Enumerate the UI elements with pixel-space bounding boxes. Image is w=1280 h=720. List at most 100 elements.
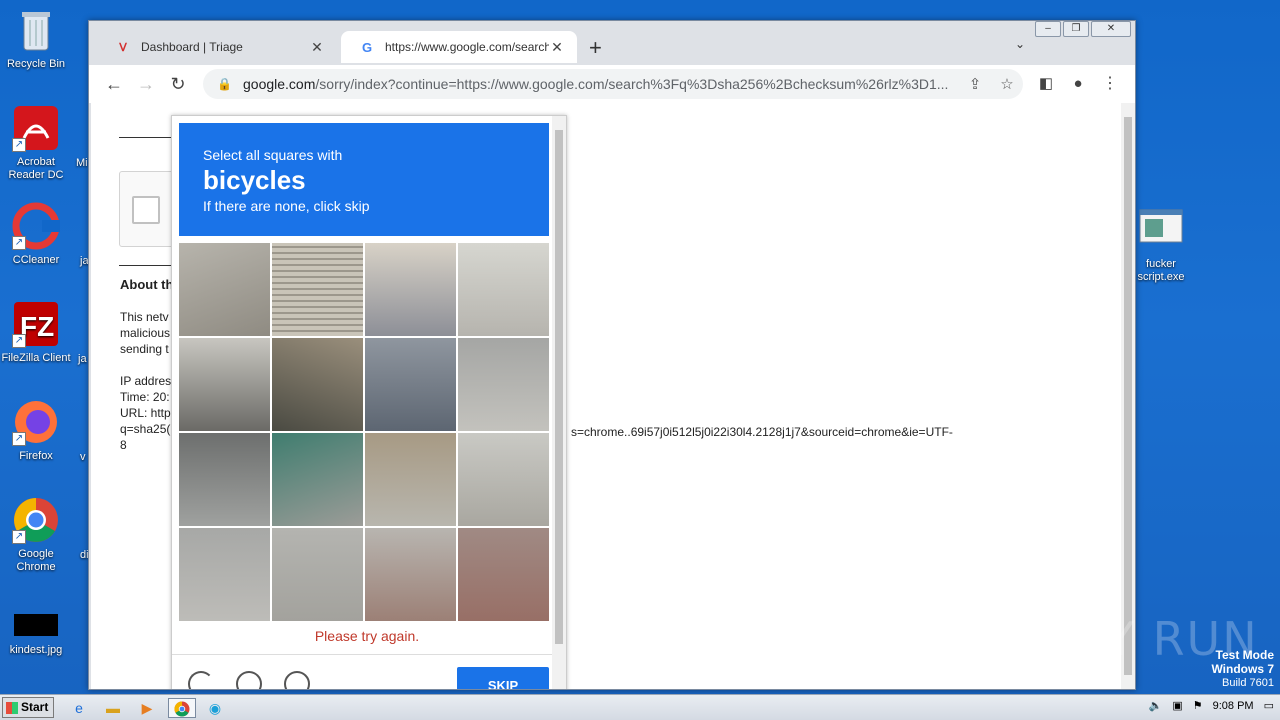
desktop-icon-label: FileZilla Client: [1, 352, 71, 364]
file-explorer-icon[interactable]: ▬: [102, 698, 124, 718]
divider: [119, 137, 179, 138]
share-icon[interactable]: ⇪: [959, 75, 991, 93]
captcha-tile[interactable]: [179, 433, 270, 526]
desktop-icon-recycle-bin[interactable]: Recycle Bin: [0, 6, 72, 71]
desktop-icon-label: CCleaner: [12, 254, 60, 266]
tab-google-search[interactable]: G https://www.google.com/search?q= ✕: [341, 31, 577, 63]
captcha-tile[interactable]: [458, 433, 549, 526]
menu-kebab-icon[interactable]: ⋮: [1097, 71, 1123, 97]
captcha-tile[interactable]: [458, 243, 549, 336]
tab-dashboard-triage[interactable]: ᐯ Dashboard | Triage ✕: [97, 31, 337, 63]
captcha-tile[interactable]: [458, 338, 549, 431]
skip-button[interactable]: SKIP: [457, 667, 549, 689]
desktop-icon-firefox[interactable]: ↗ Firefox: [0, 398, 72, 463]
action-center-flag-icon[interactable]: ⚑: [1193, 699, 1203, 712]
address-url: google.com/sorry/index?continue=https://…: [243, 76, 959, 92]
page-scrollbar[interactable]: [1121, 103, 1135, 689]
reload-challenge-icon[interactable]: [188, 671, 214, 689]
captcha-tile[interactable]: [272, 433, 363, 526]
scrollbar-thumb[interactable]: [555, 130, 563, 644]
close-tab-icon[interactable]: ✕: [549, 39, 565, 56]
close-tab-icon[interactable]: ✕: [309, 39, 325, 56]
para-line: This netv: [120, 310, 169, 324]
scrollbar-thumb[interactable]: [1124, 117, 1132, 675]
desktop-icon-kindest-jpg[interactable]: kindest.jpg: [0, 612, 72, 657]
partial-icon-label: v: [80, 451, 86, 463]
new-tab-button[interactable]: +: [589, 35, 602, 61]
bookmark-star-icon[interactable]: ☆: [991, 75, 1023, 93]
captcha-tile[interactable]: [179, 338, 270, 431]
audio-challenge-icon[interactable]: [236, 671, 262, 689]
desktop-icon-label: kindest.jpg: [9, 644, 63, 656]
desktop-icon-acrobat[interactable]: ↗ Acrobat Reader DC: [0, 104, 72, 182]
ccleaner-icon: ↗: [12, 202, 60, 250]
close-window-button[interactable]: ✕: [1091, 21, 1131, 37]
taskbar: Start e ▬ ▶ ◉ 🔈 ▣ ⚑ 9:08 PM ▭: [0, 694, 1280, 720]
minimize-button[interactable]: –: [1035, 21, 1061, 37]
captcha-tile[interactable]: [272, 243, 363, 336]
desktop-icon-ccleaner[interactable]: ↗ CCleaner: [0, 202, 72, 267]
network-icon[interactable]: ▣: [1172, 699, 1182, 712]
profile-avatar-icon[interactable]: ●: [1065, 71, 1091, 97]
page-viewport: About th This netv malicious sending t I…: [91, 103, 1121, 689]
shortcut-arrow-icon: ↗: [12, 334, 26, 348]
url-continuation-text: s=chrome..69i57j0i512l5j0i22i30l4.2128j1…: [571, 425, 953, 439]
captcha-tile[interactable]: [365, 243, 456, 336]
captcha-tile[interactable]: [272, 528, 363, 621]
info-line: q=sha25(: [120, 422, 171, 436]
desktop-icon-label: Firefox: [19, 450, 53, 462]
exe-file-icon: [1137, 206, 1185, 254]
os-label: Windows 7: [1211, 662, 1274, 676]
chrome-taskbar-icon[interactable]: [168, 698, 196, 718]
windows-logo-icon: [6, 702, 18, 714]
browser-toolbar: ← → ↻ 🔒 google.com/sorry/index?continue=…: [89, 65, 1135, 103]
captcha-challenge: Select all squares with bicycles If ther…: [171, 115, 567, 689]
captcha-tile[interactable]: [179, 243, 270, 336]
desktop-icon-filezilla[interactable]: FZ ↗ FileZilla Client: [0, 300, 72, 365]
captcha-tile[interactable]: [179, 528, 270, 621]
triage-favicon-icon: ᐯ: [119, 41, 127, 54]
recycle-bin-icon: [12, 6, 60, 54]
browser-window: ᐯ Dashboard | Triage ✕ G https://www.goo…: [88, 20, 1136, 690]
side-panel-icon[interactable]: ◧: [1033, 71, 1059, 97]
tab-title: https://www.google.com/search?q=: [385, 40, 549, 54]
shortcut-arrow-icon: ↗: [12, 432, 26, 446]
back-button[interactable]: ←: [101, 71, 127, 97]
filezilla-icon: FZ ↗: [12, 300, 60, 348]
reload-button[interactable]: ↻: [165, 71, 191, 97]
window-controls: – ❐ ✕: [1035, 21, 1131, 37]
show-desktop-icon[interactable]: ▭: [1264, 699, 1274, 712]
partial-icon-label: Mi: [76, 157, 88, 169]
url-path: /sorry/index?continue=https://www.google…: [315, 76, 949, 92]
start-button[interactable]: Start: [2, 697, 54, 718]
maximize-button[interactable]: ❐: [1063, 21, 1089, 37]
desktop-icon-label: Acrobat Reader DC: [8, 156, 64, 181]
desktop-icon-label: Recycle Bin: [6, 58, 66, 70]
captcha-tile[interactable]: [365, 528, 456, 621]
shortcut-arrow-icon: ↗: [12, 138, 26, 152]
para-line: malicious: [120, 326, 171, 340]
internet-explorer-icon[interactable]: e: [68, 698, 90, 718]
captcha-tile[interactable]: [365, 338, 456, 431]
captcha-tile[interactable]: [272, 338, 363, 431]
captcha-tile[interactable]: [458, 528, 549, 621]
volume-icon[interactable]: 🔈: [1149, 699, 1163, 712]
media-player-icon[interactable]: ▶: [136, 698, 158, 718]
captcha-scrollbar[interactable]: [552, 116, 566, 689]
address-bar[interactable]: 🔒 google.com/sorry/index?continue=https:…: [203, 69, 1023, 99]
tab-strip: ᐯ Dashboard | Triage ✕ G https://www.goo…: [89, 21, 1135, 65]
captcha-tile[interactable]: [365, 433, 456, 526]
clock[interactable]: 9:08 PM: [1213, 700, 1254, 712]
about-heading: About th: [120, 277, 174, 292]
desktop-icon-chrome[interactable]: ↗ Google Chrome: [0, 496, 72, 574]
info-icon[interactable]: [284, 671, 310, 689]
edge-icon[interactable]: ◉: [204, 698, 226, 718]
divider: [119, 265, 179, 266]
recaptcha-widget: [119, 171, 179, 247]
lock-icon: 🔒: [217, 77, 232, 91]
image-file-icon: [12, 612, 60, 640]
tab-search-button[interactable]: ⌄: [1015, 37, 1025, 51]
build-label: Build 7601: [1222, 677, 1274, 689]
forward-button[interactable]: →: [133, 71, 159, 97]
recaptcha-checkbox[interactable]: [132, 196, 160, 224]
